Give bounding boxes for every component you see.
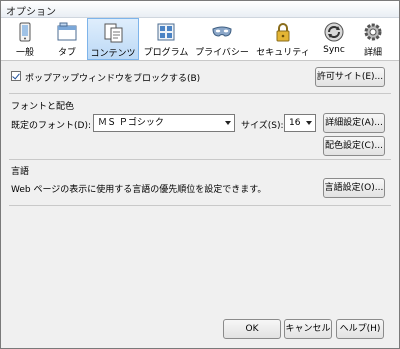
advanced-gear-icon	[364, 23, 382, 41]
default-font-value: ＭＳ Ｐゴシック	[98, 118, 164, 128]
security-lock-icon	[276, 23, 290, 42]
divider	[9, 205, 391, 206]
options-window: オプション 一般 タブ コンテンツ プログラム プライバシー セキュリティ Sy…	[0, 0, 400, 349]
tab-advanced[interactable]: 詳細	[355, 18, 391, 60]
tab-security[interactable]: セキュリティ	[253, 18, 313, 60]
tab-advanced-label: 詳細	[363, 48, 382, 58]
divider	[9, 159, 391, 160]
help-button[interactable]: ヘルプ(H)	[336, 319, 384, 339]
tab-applications[interactable]: プログラム	[140, 18, 192, 60]
tab-content-label: コンテンツ	[90, 49, 136, 59]
applications-grid-icon	[157, 23, 175, 41]
block-popups-label: ポップアップウィンドウをブロックする(B)	[25, 74, 201, 84]
cancel-button[interactable]: キャンセル	[284, 319, 332, 339]
language-section-title: 言語	[11, 167, 30, 177]
language-choose-button[interactable]: 言語設定(O)...	[323, 178, 385, 198]
fonts-section-title: フォントと配色	[11, 102, 75, 112]
tab-sync[interactable]: Sync	[315, 18, 353, 60]
tab-content[interactable]: コンテンツ	[87, 18, 139, 60]
language-description: Web ページの表示に使用する言語の優先順位を設定できます。	[11, 185, 267, 195]
ok-button[interactable]: OK	[223, 319, 281, 339]
default-font-label: 既定のフォント(D):	[11, 121, 91, 131]
tab-general[interactable]: 一般	[5, 18, 45, 60]
tab-general-label: 一般	[15, 48, 34, 58]
content-page-icon	[104, 23, 123, 43]
sync-arrows-icon	[324, 22, 344, 42]
colors-button[interactable]: 配色設定(C)...	[323, 136, 385, 156]
font-size-select[interactable]: 16	[284, 114, 316, 132]
privacy-mask-icon	[212, 26, 232, 37]
tab-sync-label: Sync	[323, 45, 345, 55]
tab-applications-label: プログラム	[143, 48, 189, 58]
tab-tabs-label: タブ	[57, 48, 76, 58]
divider	[9, 93, 391, 94]
general-device-icon	[19, 22, 31, 42]
tab-privacy[interactable]: プライバシー	[193, 18, 251, 60]
tabs-window-icon	[57, 22, 77, 41]
window-title: オプション	[6, 7, 56, 18]
font-advanced-button[interactable]: 詳細設定(A)...	[323, 113, 385, 133]
title-bar: オプション	[1, 1, 399, 18]
tab-security-label: セキュリティ	[256, 48, 310, 58]
tab-tabs[interactable]: タブ	[47, 18, 87, 60]
popup-exceptions-button[interactable]: 許可サイト(E)...	[315, 67, 385, 87]
chevron-down-icon	[306, 121, 312, 125]
block-popups-checkbox[interactable]	[11, 71, 21, 81]
chevron-down-icon	[225, 121, 231, 125]
font-size-label: サイズ(S):	[241, 121, 284, 131]
font-size-value: 16	[289, 118, 301, 128]
options-toolbar: 一般 タブ コンテンツ プログラム プライバシー セキュリティ Sync 詳細	[1, 18, 399, 61]
default-font-select[interactable]: ＭＳ Ｐゴシック	[93, 114, 235, 132]
tab-privacy-label: プライバシー	[195, 48, 249, 58]
